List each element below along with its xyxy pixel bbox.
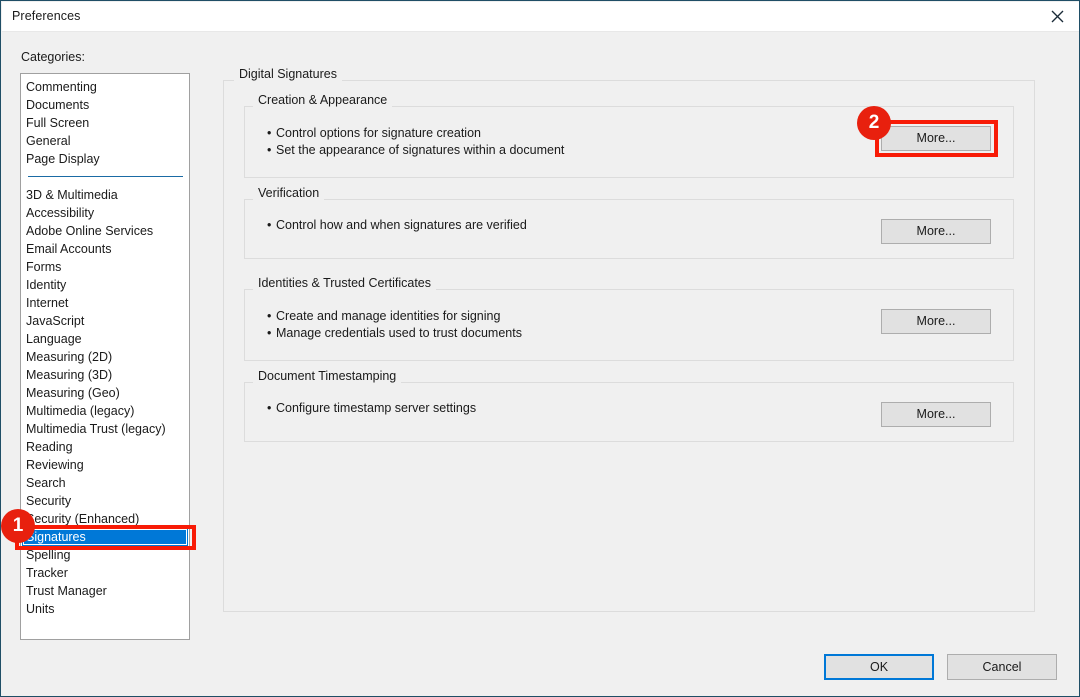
identities-trusted-certificates-more-button[interactable]: More... xyxy=(881,309,991,334)
sidebar-item-security[interactable]: Security xyxy=(21,492,189,510)
categories-label: Categories: xyxy=(21,50,85,64)
sidebar-item-measuring-2d[interactable]: Measuring (2D) xyxy=(21,348,189,366)
preferences-dialog: Preferences Categories: Commenting Docum… xyxy=(0,0,1080,697)
verification-more-button[interactable]: More... xyxy=(881,219,991,244)
category-group-primary: Commenting Documents Full Screen General… xyxy=(21,78,189,168)
creation-appearance-more-button[interactable]: More... xyxy=(881,126,991,151)
document-timestamping-bullets: Configure timestamp server settings xyxy=(267,400,476,417)
sidebar-item-accessibility[interactable]: Accessibility xyxy=(21,204,189,222)
sidebar-item-trust-manager[interactable]: Trust Manager xyxy=(21,582,189,600)
sidebar-item-full-screen[interactable]: Full Screen xyxy=(21,114,189,132)
sidebar-item-identity[interactable]: Identity xyxy=(21,276,189,294)
digital-signatures-group-title: Digital Signatures xyxy=(234,67,342,81)
verification-title: Verification xyxy=(253,186,324,200)
document-timestamping-more-button[interactable]: More... xyxy=(881,402,991,427)
sidebar-item-forms[interactable]: Forms xyxy=(21,258,189,276)
sidebar-item-signatures[interactable]: Signatures xyxy=(22,528,188,546)
sidebar-item-internet[interactable]: Internet xyxy=(21,294,189,312)
bullet-item: Create and manage identities for signing xyxy=(267,308,522,325)
sidebar-item-email-accounts[interactable]: Email Accounts xyxy=(21,240,189,258)
document-timestamping-title: Document Timestamping xyxy=(253,369,401,383)
cancel-button[interactable]: Cancel xyxy=(947,654,1057,680)
sidebar-item-security-enhanced[interactable]: Security (Enhanced) xyxy=(21,510,189,528)
sidebar-item-javascript[interactable]: JavaScript xyxy=(21,312,189,330)
window-title: Preferences xyxy=(12,9,81,23)
category-listbox[interactable]: Commenting Documents Full Screen General… xyxy=(20,73,190,640)
bullet-item: Configure timestamp server settings xyxy=(267,400,476,417)
ok-button[interactable]: OK xyxy=(824,654,934,680)
sidebar-item-units[interactable]: Units xyxy=(21,600,189,618)
sidebar-item-reviewing[interactable]: Reviewing xyxy=(21,456,189,474)
sidebar-item-language[interactable]: Language xyxy=(21,330,189,348)
close-icon[interactable] xyxy=(1034,2,1080,31)
sidebar-item-multimedia-trust-legacy[interactable]: Multimedia Trust (legacy) xyxy=(21,420,189,438)
verification-bullets: Control how and when signatures are veri… xyxy=(267,217,527,234)
identities-trusted-certificates-title: Identities & Trusted Certificates xyxy=(253,276,436,290)
sidebar-item-reading[interactable]: Reading xyxy=(21,438,189,456)
sidebar-item-general[interactable]: General xyxy=(21,132,189,150)
category-group-secondary: 3D & Multimedia Accessibility Adobe Onli… xyxy=(21,186,189,618)
identities-trusted-certificates-bullets: Create and manage identities for signing… xyxy=(267,308,522,342)
sidebar-item-3d-multimedia[interactable]: 3D & Multimedia xyxy=(21,186,189,204)
bullet-item: Control options for signature creation xyxy=(267,125,564,142)
category-separator xyxy=(28,176,183,177)
sidebar-item-multimedia-legacy[interactable]: Multimedia (legacy) xyxy=(21,402,189,420)
sidebar-item-documents[interactable]: Documents xyxy=(21,96,189,114)
bullet-item: Manage credentials used to trust documen… xyxy=(267,325,522,342)
creation-appearance-title: Creation & Appearance xyxy=(253,93,392,107)
sidebar-item-commenting[interactable]: Commenting xyxy=(21,78,189,96)
title-bar: Preferences xyxy=(2,2,1080,32)
sidebar-item-tracker[interactable]: Tracker xyxy=(21,564,189,582)
sidebar-item-page-display[interactable]: Page Display xyxy=(21,150,189,168)
sidebar-item-search[interactable]: Search xyxy=(21,474,189,492)
bullet-item: Control how and when signatures are veri… xyxy=(267,217,527,234)
bullet-item: Set the appearance of signatures within … xyxy=(267,142,564,159)
sidebar-item-spelling[interactable]: Spelling xyxy=(21,546,189,564)
sidebar-item-measuring-3d[interactable]: Measuring (3D) xyxy=(21,366,189,384)
creation-appearance-bullets: Control options for signature creation S… xyxy=(267,125,564,159)
sidebar-item-adobe-online-services[interactable]: Adobe Online Services xyxy=(21,222,189,240)
sidebar-item-measuring-geo[interactable]: Measuring (Geo) xyxy=(21,384,189,402)
